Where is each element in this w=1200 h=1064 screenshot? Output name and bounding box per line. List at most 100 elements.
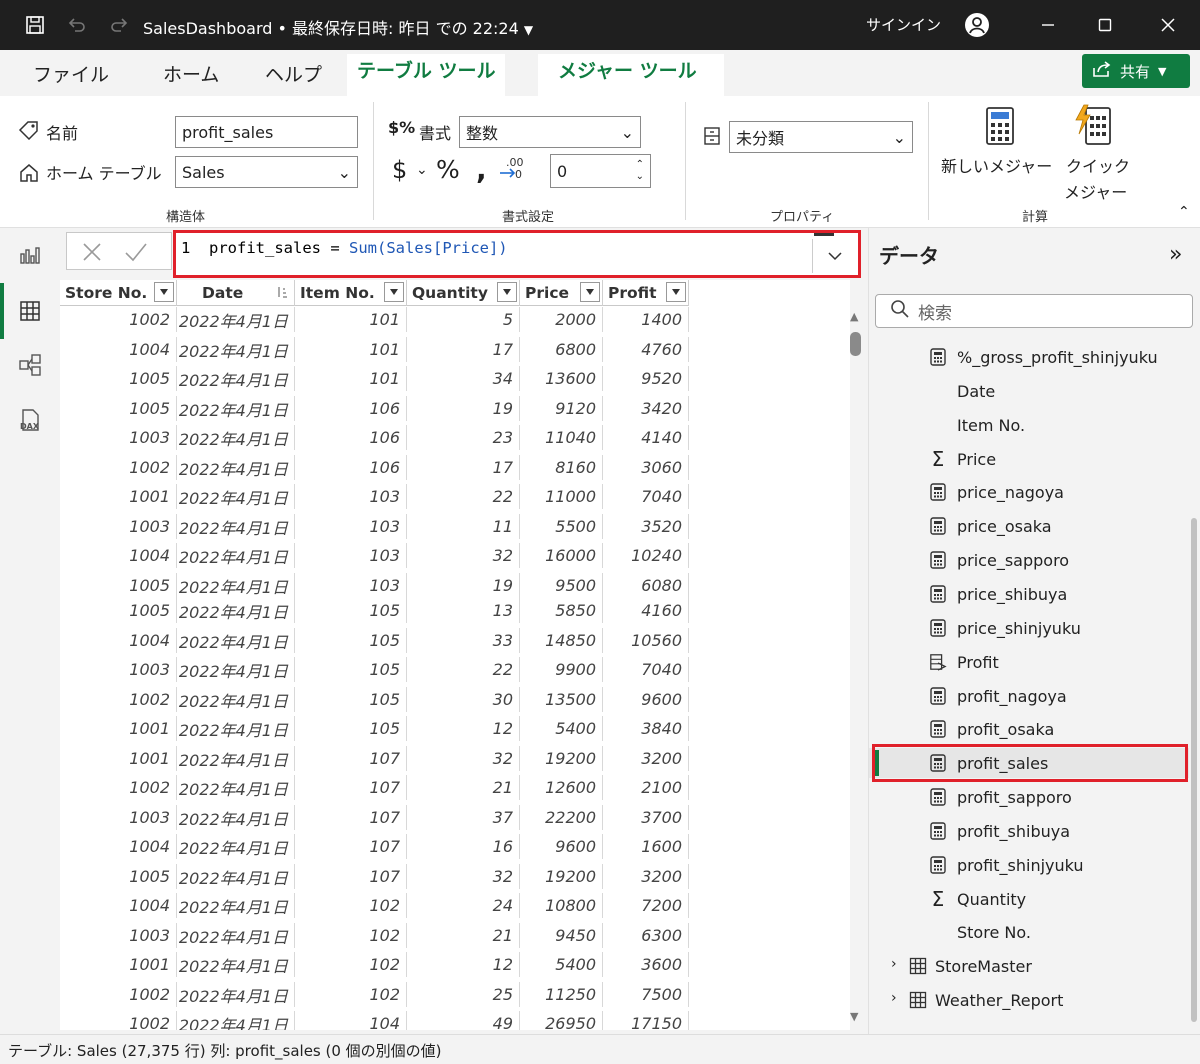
account-icon[interactable] bbox=[964, 12, 990, 38]
table-row[interactable]: 1001 2022年4月1日 105 12 5400 3840 bbox=[60, 716, 689, 741]
table-row[interactable]: 1004 2022年4月1日 105 33 14850 10560 bbox=[60, 628, 689, 653]
stepper-arrows-icon[interactable]: ⌃ ⌄ bbox=[636, 159, 644, 183]
table-cell[interactable]: 3200 bbox=[603, 746, 689, 771]
cancel-formula-icon[interactable] bbox=[81, 241, 103, 267]
table-cell[interactable]: 5400 bbox=[520, 952, 603, 977]
model-view-icon[interactable] bbox=[17, 352, 43, 378]
quick-measure-button-line1[interactable]: クイック bbox=[1066, 153, 1130, 177]
chevron-right-icon[interactable]: › bbox=[891, 990, 897, 1006]
scrollbar-thumb[interactable] bbox=[850, 332, 861, 356]
decimal-decrease-icon[interactable]: .00 0 bbox=[498, 156, 526, 186]
table-cell[interactable]: 107 bbox=[295, 805, 407, 830]
table-cell[interactable]: 2022年4月1日 bbox=[177, 455, 295, 480]
table-cell[interactable]: 3200 bbox=[603, 864, 689, 889]
table-row[interactable]: 1004 2022年4月1日 103 32 16000 10240 bbox=[60, 543, 689, 568]
table-row[interactable]: 1002 2022年4月1日 102 25 11250 7500 bbox=[60, 982, 689, 1007]
table-row[interactable]: 1003 2022年4月1日 107 37 22200 3700 bbox=[60, 805, 689, 830]
field-item[interactable]: price_osaka bbox=[869, 511, 1189, 541]
field-item[interactable]: price_shibuya bbox=[869, 579, 1189, 609]
table-cell[interactable]: 1005 bbox=[60, 366, 177, 391]
table-cell[interactable]: 107 bbox=[295, 864, 407, 889]
table-cell[interactable]: 1600 bbox=[603, 834, 689, 859]
table-cell[interactable]: 16 bbox=[407, 834, 520, 859]
table-cell[interactable]: 101 bbox=[295, 337, 407, 362]
table-cell[interactable]: 14850 bbox=[520, 628, 603, 653]
table-cell[interactable]: 106 bbox=[295, 455, 407, 480]
table-view-icon[interactable] bbox=[17, 298, 43, 324]
table-cell[interactable]: 105 bbox=[295, 687, 407, 712]
table-cell[interactable]: 4160 bbox=[603, 598, 689, 623]
filter-dropdown-icon[interactable] bbox=[497, 282, 517, 302]
table-cell[interactable]: 2022年4月1日 bbox=[177, 337, 295, 362]
chevron-right-icon[interactable]: › bbox=[891, 956, 897, 972]
field-item[interactable]: %_gross_profit_shinjyuku bbox=[869, 342, 1189, 372]
table-cell[interactable]: 13 bbox=[407, 598, 520, 623]
table-cell[interactable]: 2022年4月1日 bbox=[177, 805, 295, 830]
home-table-select[interactable]: Sales ⌄ bbox=[175, 156, 358, 188]
table-row[interactable]: 1002 2022年4月1日 106 17 8160 3060 bbox=[60, 455, 689, 480]
table-cell[interactable]: 1001 bbox=[60, 484, 177, 509]
table-cell[interactable]: 105 bbox=[295, 716, 407, 741]
table-cell[interactable]: 22200 bbox=[520, 805, 603, 830]
table-cell[interactable]: 1005 bbox=[60, 573, 177, 598]
table-cell[interactable]: 8160 bbox=[520, 455, 603, 480]
table-cell[interactable]: 2022年4月1日 bbox=[177, 923, 295, 948]
table-cell[interactable]: 7040 bbox=[603, 657, 689, 682]
table-cell[interactable]: 12 bbox=[407, 952, 520, 977]
table-cell[interactable]: 103 bbox=[295, 573, 407, 598]
currency-icon[interactable]: $ bbox=[392, 156, 407, 184]
table-cell[interactable]: 1002 bbox=[60, 455, 177, 480]
field-item[interactable]: price_shinjyuku bbox=[869, 613, 1189, 643]
table-row[interactable]: 1005 2022年4月1日 107 32 19200 3200 bbox=[60, 864, 689, 889]
table-cell[interactable]: 2100 bbox=[603, 775, 689, 800]
share-button[interactable]: 共有 ▼ bbox=[1082, 54, 1190, 88]
table-node[interactable]: › Weather_Report bbox=[869, 985, 1189, 1015]
table-cell[interactable]: 103 bbox=[295, 514, 407, 539]
table-cell[interactable]: 32 bbox=[407, 746, 520, 771]
table-cell[interactable]: 5400 bbox=[520, 716, 603, 741]
table-row[interactable]: 1004 2022年4月1日 102 24 10800 7200 bbox=[60, 893, 689, 918]
filter-dropdown-icon[interactable] bbox=[666, 282, 686, 302]
table-cell[interactable]: 30 bbox=[407, 687, 520, 712]
table-cell[interactable]: 106 bbox=[295, 425, 407, 450]
percent-icon[interactable]: % bbox=[436, 155, 460, 184]
expand-formula-icon[interactable] bbox=[812, 239, 856, 273]
table-cell[interactable]: 1002 bbox=[60, 307, 177, 332]
table-cell[interactable]: 11250 bbox=[520, 982, 603, 1007]
table-cell[interactable]: 1003 bbox=[60, 514, 177, 539]
table-cell[interactable]: 26950 bbox=[520, 1011, 603, 1030]
table-cell[interactable]: 3840 bbox=[603, 716, 689, 741]
table-cell[interactable]: 107 bbox=[295, 746, 407, 771]
table-cell[interactable]: 2022年4月1日 bbox=[177, 864, 295, 889]
column-header[interactable]: Date bbox=[177, 280, 295, 306]
table-cell[interactable]: 12 bbox=[407, 716, 520, 741]
table-cell[interactable]: 17 bbox=[407, 337, 520, 362]
table-cell[interactable]: 9600 bbox=[603, 687, 689, 712]
table-row[interactable]: 1002 2022年4月1日 105 30 13500 9600 bbox=[60, 687, 689, 712]
table-cell[interactable]: 2022年4月1日 bbox=[177, 307, 295, 332]
table-cell[interactable]: 2022年4月1日 bbox=[177, 893, 295, 918]
dax-query-view-icon[interactable]: DAX bbox=[17, 408, 43, 434]
table-cell[interactable]: 102 bbox=[295, 952, 407, 977]
table-row[interactable]: 1004 2022年4月1日 107 16 9600 1600 bbox=[60, 834, 689, 859]
table-cell[interactable]: 34 bbox=[407, 366, 520, 391]
table-cell[interactable]: 32 bbox=[407, 543, 520, 568]
measure-name-input[interactable] bbox=[175, 116, 358, 148]
table-cell[interactable]: 13600 bbox=[520, 366, 603, 391]
table-cell[interactable]: 32 bbox=[407, 864, 520, 889]
table-cell[interactable]: 23 bbox=[407, 425, 520, 450]
column-header[interactable]: Profit bbox=[603, 280, 689, 306]
formula-text[interactable]: 1 profit_sales = Sum(Sales[Price]) bbox=[181, 239, 508, 257]
column-header[interactable]: Price bbox=[520, 280, 603, 306]
field-item[interactable]: Σ Quantity bbox=[869, 884, 1189, 914]
table-cell[interactable]: 1005 bbox=[60, 598, 177, 623]
table-cell[interactable]: 1003 bbox=[60, 805, 177, 830]
quick-measure-button-line2[interactable]: メジャー bbox=[1064, 179, 1127, 203]
table-cell[interactable]: 11040 bbox=[520, 425, 603, 450]
field-item[interactable]: Item No. bbox=[869, 410, 1189, 440]
table-row[interactable]: 1002 2022年4月1日 104 49 26950 17150 bbox=[60, 1011, 689, 1030]
collapse-ribbon-icon[interactable]: ⌃ bbox=[1178, 204, 1190, 220]
table-cell[interactable]: 19 bbox=[407, 573, 520, 598]
table-cell[interactable]: 101 bbox=[295, 366, 407, 391]
table-row[interactable]: 1005 2022年4月1日 105 13 5850 4160 bbox=[60, 598, 689, 623]
